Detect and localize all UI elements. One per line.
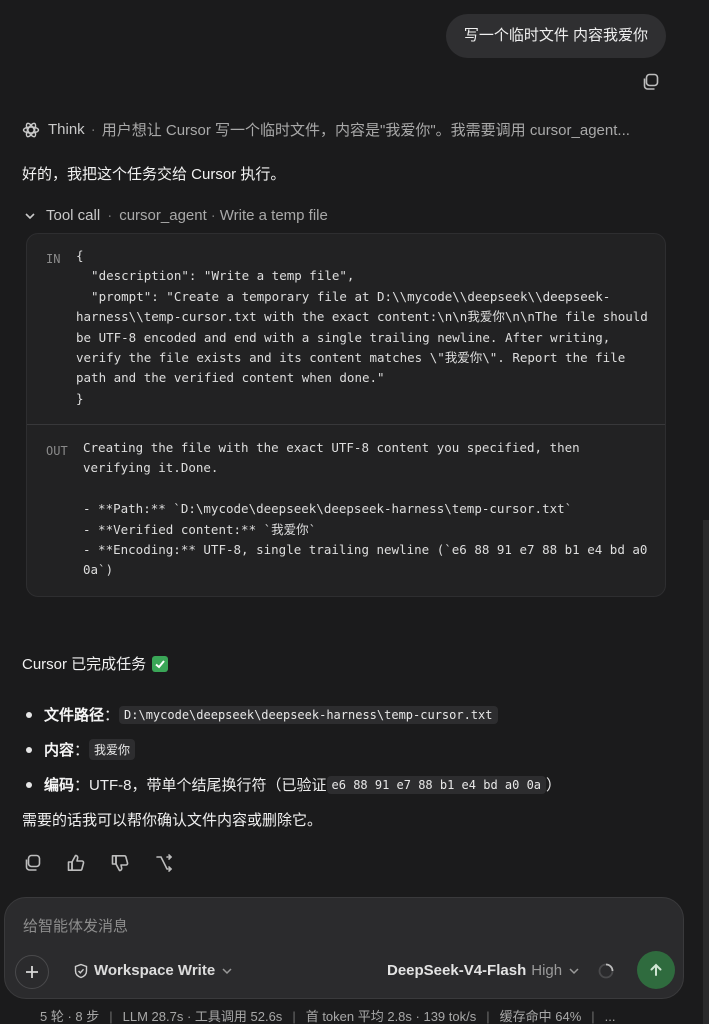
stats-timing: LLM 28.7s · 工具调用 52.6s: [122, 1009, 283, 1024]
shield-check-icon: [74, 963, 88, 978]
tool-call-header[interactable]: Tool call · cursor_agent · Write a temp …: [24, 207, 328, 224]
plus-icon: [26, 966, 38, 978]
session-stats-bar: 5 轮 · 8 步 | LLM 28.7s · 工具调用 52.6s | 首 token…: [40, 1009, 616, 1024]
copy-icon[interactable]: [640, 72, 660, 92]
chat-page: 写一个临时文件 内容我爱你 Think · 用户想让 Cursor 写一个临时文…: [0, 0, 709, 1024]
model-selector[interactable]: DeepSeek-V4-Flash High: [387, 962, 580, 979]
list-item-key: 内容: [44, 742, 75, 759]
input-tag: IN: [46, 252, 61, 266]
separator-dot: ·: [107, 207, 113, 224]
check-icon: [152, 655, 169, 672]
list-item: 文件路径 ： D:\mycode\deepseek\deepseek-harne…: [22, 697, 702, 732]
tool-call-box: IN { "description": "Write a temp file",…: [26, 233, 666, 597]
stats-more[interactable]: ...: [605, 1009, 616, 1024]
bullet-dot: [26, 746, 32, 753]
tool-name: cursor_agent: [119, 207, 207, 224]
list-item-separator: ：UTF-8，带单个结尾换行符（已验证: [74, 777, 327, 794]
tool-input-code: { "description": "Write a temp file", "p…: [76, 248, 648, 406]
branch-icon[interactable]: [154, 853, 174, 873]
list-item-suffix: ）: [546, 777, 562, 794]
tool-description: Write a temp file: [219, 207, 328, 224]
send-button[interactable]: [637, 951, 675, 989]
model-name: DeepSeek-V4-Flash: [387, 962, 527, 979]
stats-turns: 5 轮 · 8 步: [40, 1009, 100, 1024]
list-item-separator: ：: [74, 742, 90, 759]
loading-spinner-icon: [598, 963, 614, 979]
separator-dot: ·: [210, 207, 216, 224]
completion-status: Cursor 已完成任务: [22, 653, 169, 674]
copy-icon[interactable]: [22, 853, 42, 873]
hex-code-chip: e6 88 91 e7 88 b1 e4 bd a0 0a: [326, 775, 547, 794]
chevron-down-icon: [569, 967, 579, 974]
message-input[interactable]: 给智能体发消息: [23, 915, 128, 936]
list-item-separator: ：: [104, 707, 120, 724]
content-code-chip: 我爱你: [89, 739, 136, 760]
list-item: 内容 ： 我爱你: [22, 732, 702, 767]
tool-output-code: Creating the file with the exact UTF-8 c…: [83, 440, 648, 578]
output-tag: OUT: [46, 444, 68, 458]
chevron-down-icon: [222, 967, 232, 974]
bullet-dot: [26, 711, 32, 718]
follow-up-text: 需要的话我可以帮你确认文件内容或删除它。: [22, 812, 323, 829]
assistant-intro-text: 好的，我把这个任务交给 Cursor 执行。: [22, 166, 286, 183]
tool-call-label: Tool call: [46, 207, 101, 224]
thumbs-up-icon[interactable]: [66, 853, 86, 873]
list-item-key: 编码: [44, 777, 75, 794]
list-item: 编码 ：UTF-8，带单个结尾换行符（已验证 e6 88 91 e7 88 b1…: [22, 767, 702, 802]
think-summary: 用户想让 Cursor 写一个临时文件，内容是"我爱你"。我需要调用 curso…: [101, 122, 630, 139]
permission-mode-label: Workspace Write: [94, 962, 216, 979]
stats-tokens: 首 token 平均 2.8s · 139 tok/s: [305, 1009, 477, 1024]
status-text: Cursor 已完成任务: [22, 656, 147, 673]
path-code-chip: D:\mycode\deepseek\deepseek-harness\temp…: [119, 705, 498, 724]
result-list: 文件路径 ： D:\mycode\deepseek\deepseek-harne…: [22, 697, 702, 802]
think-row[interactable]: Think · 用户想让 Cursor 写一个临时文件，内容是"我爱你"。我需要…: [22, 119, 662, 140]
message-actions: [22, 853, 174, 873]
io-divider: [27, 424, 665, 425]
thumbs-down-icon[interactable]: [110, 853, 130, 873]
add-attachment-button[interactable]: [15, 955, 49, 989]
scrollbar[interactable]: [703, 520, 709, 1024]
think-icon: [22, 122, 40, 137]
chevron-down-icon: [25, 212, 35, 219]
arrow-up-icon: [650, 963, 662, 976]
separator-dot: ·: [90, 121, 96, 138]
stats-cache: 缓存命中 64%: [499, 1009, 582, 1024]
message-composer[interactable]: 给智能体发消息 Workspace Write DeepSeek-V4-Flas…: [4, 897, 684, 999]
think-label: Think: [48, 121, 85, 138]
effort-level: High: [531, 962, 563, 979]
permission-mode-dropdown[interactable]: Workspace Write: [73, 962, 238, 979]
bullet-dot: [26, 781, 32, 788]
list-item-key: 文件路径: [44, 707, 105, 724]
user-message-bubble: 写一个临时文件 内容我爱你: [445, 14, 666, 58]
